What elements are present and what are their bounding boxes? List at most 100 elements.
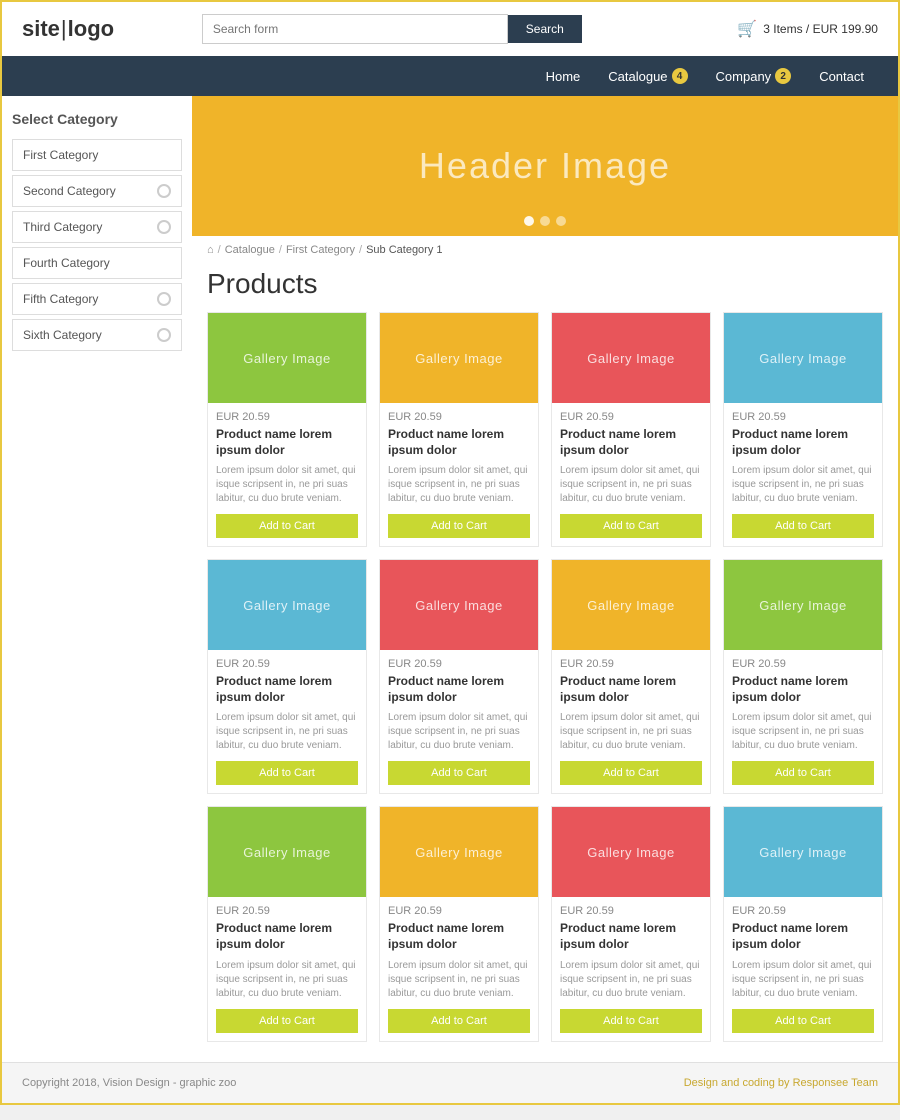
add-to-cart-button[interactable]: Add to Cart xyxy=(216,1009,358,1033)
hero-dots xyxy=(524,216,566,226)
add-to-cart-button[interactable]: Add to Cart xyxy=(732,761,874,785)
add-to-cart-button[interactable]: Add to Cart xyxy=(388,1009,530,1033)
product-name: Product name lorem ipsum dolor xyxy=(732,427,874,458)
product-price: EUR 20.59 xyxy=(732,658,874,670)
add-to-cart-button[interactable]: Add to Cart xyxy=(216,761,358,785)
product-info: EUR 20.59 Product name lorem ipsum dolor… xyxy=(724,650,882,793)
sidebar-radio xyxy=(157,328,171,342)
product-price: EUR 20.59 xyxy=(216,658,358,670)
product-card: Gallery Image EUR 20.59 Product name lor… xyxy=(207,806,367,1041)
hero-dot-1[interactable] xyxy=(524,216,534,226)
product-price: EUR 20.59 xyxy=(388,658,530,670)
product-image: Gallery Image xyxy=(724,313,882,403)
product-price: EUR 20.59 xyxy=(560,658,702,670)
nav-company[interactable]: Company 2 xyxy=(702,56,806,96)
product-image: Gallery Image xyxy=(724,807,882,897)
sidebar-item-fourth[interactable]: Fourth Category xyxy=(12,247,182,279)
product-price: EUR 20.59 xyxy=(216,905,358,917)
breadcrumb-home-icon[interactable]: ⌂ xyxy=(207,244,214,256)
product-info: EUR 20.59 Product name lorem ipsum dolor… xyxy=(208,403,366,546)
add-to-cart-button[interactable]: Add to Cart xyxy=(732,1009,874,1033)
sidebar-title: Select Category xyxy=(12,111,182,127)
sidebar: Select Category First Category Second Ca… xyxy=(2,96,192,1062)
logo-logo-text: logo xyxy=(68,16,114,41)
add-to-cart-button[interactable]: Add to Cart xyxy=(560,1009,702,1033)
product-card: Gallery Image EUR 20.59 Product name lor… xyxy=(379,559,539,794)
gallery-image-label: Gallery Image xyxy=(415,598,502,613)
sidebar-item-second[interactable]: Second Category xyxy=(12,175,182,207)
product-desc: Lorem ipsum dolor sit amet, qui isque sc… xyxy=(216,464,358,506)
breadcrumb-sep: / xyxy=(218,244,221,256)
breadcrumb: ⌂ / Catalogue / First Category / Sub Cat… xyxy=(192,236,898,264)
product-info: EUR 20.59 Product name lorem ipsum dolor… xyxy=(552,897,710,1040)
product-card: Gallery Image EUR 20.59 Product name lor… xyxy=(379,806,539,1041)
sidebar-item-label: Third Category xyxy=(23,220,102,234)
hero-banner: Header Image xyxy=(192,96,898,236)
site-footer: Copyright 2018, Vision Design - graphic … xyxy=(2,1062,898,1103)
sidebar-item-first[interactable]: First Category xyxy=(12,139,182,171)
product-image: Gallery Image xyxy=(380,807,538,897)
hero-dot-2[interactable] xyxy=(540,216,550,226)
product-info: EUR 20.59 Product name lorem ipsum dolor… xyxy=(208,650,366,793)
search-input[interactable] xyxy=(202,14,508,44)
nav-catalogue-badge: 4 xyxy=(672,68,688,84)
add-to-cart-button[interactable]: Add to Cart xyxy=(560,761,702,785)
gallery-image-label: Gallery Image xyxy=(415,351,502,366)
product-card: Gallery Image EUR 20.59 Product name lor… xyxy=(551,806,711,1041)
product-desc: Lorem ipsum dolor sit amet, qui isque sc… xyxy=(732,464,874,506)
product-price: EUR 20.59 xyxy=(732,411,874,423)
product-image: Gallery Image xyxy=(208,313,366,403)
footer-copyright: Copyright 2018, Vision Design - graphic … xyxy=(22,1077,236,1089)
search-button[interactable]: Search xyxy=(508,15,582,43)
gallery-image-label: Gallery Image xyxy=(759,598,846,613)
main-content: Select Category First Category Second Ca… xyxy=(2,96,898,1062)
sidebar-item-fifth[interactable]: Fifth Category xyxy=(12,283,182,315)
add-to-cart-button[interactable]: Add to Cart xyxy=(216,514,358,538)
product-image: Gallery Image xyxy=(208,807,366,897)
product-image: Gallery Image xyxy=(380,560,538,650)
product-card: Gallery Image EUR 20.59 Product name lor… xyxy=(723,559,883,794)
product-info: EUR 20.59 Product name lorem ipsum dolor… xyxy=(208,897,366,1040)
nav-catalogue[interactable]: Catalogue 4 xyxy=(594,56,701,96)
add-to-cart-button[interactable]: Add to Cart xyxy=(732,514,874,538)
add-to-cart-button[interactable]: Add to Cart xyxy=(388,761,530,785)
sidebar-radio xyxy=(157,184,171,198)
sidebar-item-label: Fifth Category xyxy=(23,292,98,306)
product-card: Gallery Image EUR 20.59 Product name lor… xyxy=(379,312,539,547)
sidebar-item-third[interactable]: Third Category xyxy=(12,211,182,243)
site-header: site|logo Search 🛒 3 Items / EUR 199.90 xyxy=(2,2,898,56)
product-card: Gallery Image EUR 20.59 Product name lor… xyxy=(551,559,711,794)
product-desc: Lorem ipsum dolor sit amet, qui isque sc… xyxy=(732,959,874,1001)
product-image: Gallery Image xyxy=(208,560,366,650)
breadcrumb-sep: / xyxy=(279,244,282,256)
gallery-image-label: Gallery Image xyxy=(243,598,330,613)
breadcrumb-first-category[interactable]: First Category xyxy=(286,244,355,256)
sidebar-radio xyxy=(157,220,171,234)
nav-company-badge: 2 xyxy=(775,68,791,84)
product-name: Product name lorem ipsum dolor xyxy=(732,674,874,705)
product-card: Gallery Image EUR 20.59 Product name lor… xyxy=(723,312,883,547)
product-image: Gallery Image xyxy=(552,560,710,650)
sidebar-item-sixth[interactable]: Sixth Category xyxy=(12,319,182,351)
product-desc: Lorem ipsum dolor sit amet, qui isque sc… xyxy=(388,959,530,1001)
gallery-image-label: Gallery Image xyxy=(587,598,674,613)
product-price: EUR 20.59 xyxy=(388,411,530,423)
product-info: EUR 20.59 Product name lorem ipsum dolor… xyxy=(724,897,882,1040)
cart-text: 3 Items / EUR 199.90 xyxy=(763,22,878,36)
add-to-cart-button[interactable]: Add to Cart xyxy=(388,514,530,538)
nav-home[interactable]: Home xyxy=(532,57,595,96)
add-to-cart-button[interactable]: Add to Cart xyxy=(560,514,702,538)
sidebar-item-label: Sixth Category xyxy=(23,328,102,342)
product-image: Gallery Image xyxy=(552,313,710,403)
cart-info: 🛒 3 Items / EUR 199.90 xyxy=(737,19,878,39)
product-image: Gallery Image xyxy=(552,807,710,897)
logo-site-text: site xyxy=(22,16,60,41)
product-desc: Lorem ipsum dolor sit amet, qui isque sc… xyxy=(732,711,874,753)
breadcrumb-catalogue[interactable]: Catalogue xyxy=(225,244,275,256)
product-name: Product name lorem ipsum dolor xyxy=(560,921,702,952)
nav-contact[interactable]: Contact xyxy=(805,57,878,96)
product-name: Product name lorem ipsum dolor xyxy=(388,427,530,458)
product-info: EUR 20.59 Product name lorem ipsum dolor… xyxy=(380,650,538,793)
hero-dot-3[interactable] xyxy=(556,216,566,226)
product-card: Gallery Image EUR 20.59 Product name lor… xyxy=(723,806,883,1041)
